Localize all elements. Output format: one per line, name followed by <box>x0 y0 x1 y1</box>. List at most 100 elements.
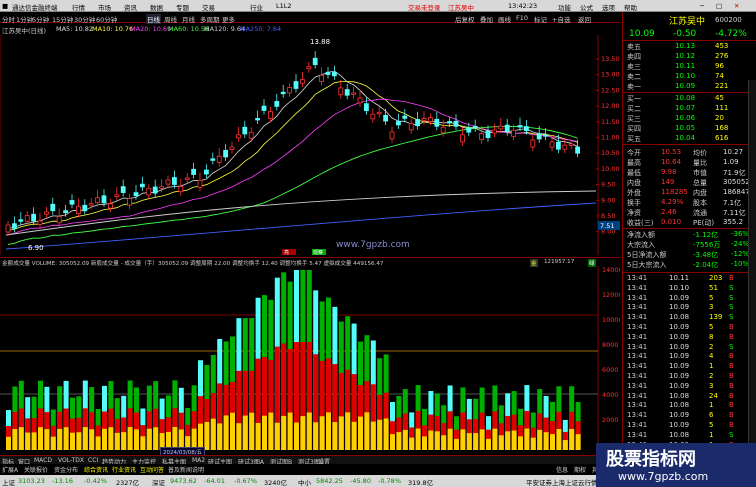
menu-item-industry[interactable]: 行业 <box>250 2 263 12</box>
volume-bar-base <box>537 429 543 450</box>
buy-level-label: 买一 <box>627 95 641 103</box>
side-scrollbar[interactable] <box>748 80 756 450</box>
tab-cci[interactable]: CCI <box>88 457 98 464</box>
tick-time: 13:41 <box>627 293 648 302</box>
ext-tab-qa[interactable]: 互动问答 <box>140 465 164 474</box>
menu-item-topics[interactable]: 专题 <box>176 2 189 12</box>
candle-body <box>133 192 139 197</box>
ext-tab-a[interactable]: 扩展A <box>2 465 18 474</box>
tick-time: 13:41 <box>627 411 648 420</box>
tick-price: 10.08 <box>669 391 690 400</box>
candle-body <box>56 216 62 224</box>
tick-volume: 203 <box>709 274 723 282</box>
stat-label: 均价 <box>693 149 707 157</box>
tab-ma2[interactable]: MA2 <box>192 457 205 464</box>
flow-pct: -12% <box>731 250 750 258</box>
ticker-idx2-name: 深证 <box>152 479 165 487</box>
candle-body <box>453 120 459 127</box>
candle-body <box>24 215 30 222</box>
menu-item-news[interactable]: 资讯 <box>124 2 137 12</box>
candle-body <box>203 169 209 175</box>
menu-item-l1l2[interactable]: L1L2 <box>276 2 292 10</box>
tick-direction: S <box>729 313 734 322</box>
tick-time: 13:41 <box>627 391 648 400</box>
extension-bar: 扩展A 关联报价 资金分布 综合资讯 行业资讯 互动问答 普及新闻说明 信息 期… <box>0 464 620 474</box>
candlestick-chart[interactable]: 13.50 13.00 12.50 12.00 11.50 11.00 10.50 10.00… <box>0 35 620 255</box>
volume-bar-base <box>370 421 376 450</box>
volume-bar-base <box>274 422 280 450</box>
quote-header: 江苏吴中 600200 <box>623 14 751 27</box>
panel-divider <box>623 92 756 93</box>
tick-time: 13:41 <box>627 430 648 439</box>
tab-macd[interactable]: MACD <box>34 457 52 464</box>
volume-bar-base <box>230 412 235 450</box>
ticker-idx2-pct: -0.67% <box>234 477 257 485</box>
volume-bar-base <box>434 431 440 450</box>
buy-level-volume: 616 <box>715 134 729 142</box>
volume-bar-base <box>556 428 562 450</box>
buy-level-volume: 111 <box>715 104 729 112</box>
ext-tab-related[interactable]: 关联报价 <box>24 465 48 474</box>
volume-bar-base <box>223 415 229 450</box>
tick-volume: 3 <box>709 381 714 390</box>
ma-line <box>7 126 578 245</box>
candle-body <box>18 219 24 222</box>
tick-time: 13:41 <box>627 303 648 312</box>
price-tick-label: 10.50 <box>601 149 620 157</box>
f10-button[interactable]: F10 <box>516 14 528 22</box>
candle-body <box>191 168 197 175</box>
price-tick-label: 11.50 <box>601 118 620 126</box>
ext-tab-fund-dist[interactable]: 资金分布 <box>54 465 78 474</box>
app-title: 通达信金融终端 <box>12 4 58 12</box>
ext-tab-news[interactable]: 综合资讯 <box>84 465 108 474</box>
menu-item-market[interactable]: 市场 <box>98 2 111 12</box>
menu-item-trade[interactable]: 交易 <box>202 2 215 12</box>
candle-body <box>197 179 203 188</box>
sell-level-label: 卖四 <box>627 53 641 61</box>
volume-bar-base <box>25 432 31 450</box>
tick-row: 13:41 10.09 3 S <box>623 303 751 313</box>
ext-tab-options[interactable]: 期权 <box>574 465 586 474</box>
volume-bar-base <box>210 418 216 450</box>
quote-price-row: 10.09 -0.50 -4.72% <box>623 29 751 40</box>
menu-item-formulas[interactable]: 公式 <box>580 2 593 12</box>
maximize-icon[interactable]: □ <box>716 2 722 10</box>
volume-axis: 14000 12000 10000 8000 6000 4000 2000 <box>602 266 620 424</box>
menu-item-quotes[interactable]: 行情 <box>72 2 85 12</box>
candle-body <box>370 113 376 120</box>
panel-divider <box>623 40 756 41</box>
menu-item-data[interactable]: 数据 <box>150 2 163 12</box>
volume-bar-base <box>415 428 421 450</box>
menu-item-functions[interactable]: 功能 <box>558 2 571 12</box>
volume-bar-base <box>255 422 261 450</box>
stat-label: PE(动) <box>693 219 715 227</box>
buy-level-volume: 45 <box>715 94 724 102</box>
tick-volume: 1 <box>709 362 714 371</box>
menu-item-help[interactable]: 帮助 <box>624 2 637 12</box>
tick-row: 13:41 10.09 2 S <box>623 343 751 353</box>
volume-bar-base <box>492 428 498 450</box>
volume-bar-base <box>345 412 351 450</box>
tick-direction: B <box>729 352 734 361</box>
sell-level-volume: 96 <box>715 62 724 70</box>
minimize-icon[interactable]: ─ <box>700 2 704 10</box>
candle-body <box>306 66 312 70</box>
price-tick-label: 9.50 <box>601 181 615 189</box>
tab-vol-tdx[interactable]: VOL-TDX <box>58 457 84 464</box>
volume-bar-base <box>530 437 536 450</box>
volume-bar-base <box>153 427 159 450</box>
volume-chart[interactable]: 14000 12000 10000 8000 6000 4000 2000 <box>0 266 620 455</box>
ticker-idx1-name: 上证 <box>2 479 15 487</box>
watermark-line1: 股票指标网 <box>606 449 696 470</box>
menu-item-options[interactable]: 选项 <box>602 2 615 12</box>
candle-body <box>530 139 536 148</box>
ext-tab-popular[interactable]: 普及新闻说明 <box>168 465 204 474</box>
ext-tab-info[interactable]: 信息 <box>556 465 568 474</box>
sell-level-volume: 221 <box>715 82 729 90</box>
tick-direction: B <box>729 332 734 341</box>
candle-body <box>472 125 478 129</box>
trade-login-alert[interactable]: 交易未登录 <box>408 2 441 12</box>
ext-tab-industry-news[interactable]: 行业资讯 <box>112 465 136 474</box>
close-icon[interactable]: ✕ <box>734 2 739 10</box>
stat-label: 换手 <box>627 199 641 207</box>
